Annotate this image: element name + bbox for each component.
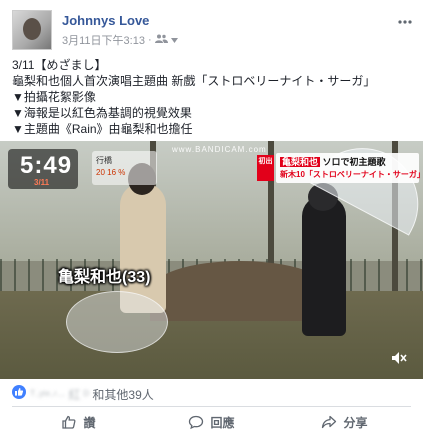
- reactions-summary[interactable]: ᵀ·ʸᵗᵉ·ʳ·· 紅 ᴰ 和其他39人: [12, 385, 411, 403]
- share-label: 分享: [343, 415, 368, 430]
- thumbs-up-icon: [61, 414, 77, 430]
- avatar[interactable]: [12, 10, 52, 50]
- tv-clock-time: 5:49: [20, 152, 73, 179]
- muted-speaker-icon[interactable]: [391, 351, 407, 365]
- video-person-black-coat: [302, 196, 346, 336]
- video-caption: 亀梨和也(33): [58, 269, 151, 286]
- watermark: www.BANDICAM.com: [172, 145, 267, 154]
- reaction-others-count[interactable]: 和其他39人: [92, 388, 153, 402]
- post-card: Johnnys Love 3月11日下午3:13 · 3/11【めざまし】 龜梨…: [0, 0, 423, 446]
- reaction-names-blurred: ᵀ·ʸᵗᵉ·ʳ·· 紅 ᴰ: [30, 388, 90, 402]
- friends-icon[interactable]: [154, 34, 168, 46]
- news-badge: 初出: [257, 155, 274, 181]
- tv-weather-temps: 20 16 %: [96, 168, 126, 177]
- share-button[interactable]: 分享: [278, 407, 411, 437]
- post-line: 龜梨和也個人首次演唱主題曲 新戲「ストロベリーナイト・サーガ」: [12, 74, 376, 88]
- tv-clock-date: 3/11: [34, 178, 50, 187]
- post-line: ▼主題曲《Rain》由龜梨和也擔任: [12, 122, 193, 136]
- comment-icon: [188, 414, 204, 430]
- like-button[interactable]: 讚: [12, 407, 145, 437]
- post-body: 3/11【めざまし】 龜梨和也個人首次演唱主題曲 新戲「ストロベリーナイト・サー…: [12, 57, 411, 137]
- share-arrow-icon: [321, 414, 337, 430]
- tv-weather: 行橋 20 16 %: [92, 151, 157, 185]
- chevron-down-icon[interactable]: [170, 34, 178, 46]
- author-name[interactable]: Johnnys Love: [62, 13, 149, 28]
- post-header: Johnnys Love 3月11日下午3:13 ·: [12, 10, 413, 50]
- post-line: 3/11【めざまし】: [12, 58, 107, 72]
- post-timestamp[interactable]: 3月11日下午3:13: [62, 32, 145, 48]
- post-actions: 讚 回應 分享: [12, 407, 411, 437]
- video-clear-umbrella: [66, 291, 168, 353]
- dot-separator: ·: [147, 34, 152, 46]
- news-headline-name: 亀梨和也: [280, 157, 321, 167]
- comment-label: 回應: [210, 415, 235, 430]
- post-line: ▼海報是以紅色為基調的視覺效果: [12, 106, 192, 120]
- post-line: ▼拍攝花絮影像: [12, 90, 96, 104]
- news-headline-line2: 新木10「ストロベリーナイト・サーガ」: [280, 170, 423, 179]
- tv-clock: 5:49 3/11: [8, 149, 78, 189]
- post-meta: 3月11日下午3:13 ·: [62, 32, 178, 48]
- like-label: 讚: [83, 415, 96, 430]
- news-headline: 亀梨和也 ソロで初主題歌 新木10「ストロベリーナイト・サーガ」: [276, 153, 423, 183]
- news-headline-text: ソロで初主題歌: [322, 157, 386, 167]
- tv-weather-location: 行橋: [96, 156, 112, 165]
- like-reaction-icon: [12, 385, 26, 399]
- news-headline-line1: 亀梨和也 ソロで初主題歌: [280, 155, 386, 168]
- reaction-names[interactable]: ᵀ·ʸᵗᵉ·ʳ·· 紅 ᴰ 和其他39人: [30, 386, 154, 403]
- video-player[interactable]: 5:49 3/11 行橋 20 16 % www.BANDICAM.com 初出…: [0, 141, 423, 379]
- comment-button[interactable]: 回應: [145, 407, 278, 437]
- more-options-icon[interactable]: [397, 14, 413, 26]
